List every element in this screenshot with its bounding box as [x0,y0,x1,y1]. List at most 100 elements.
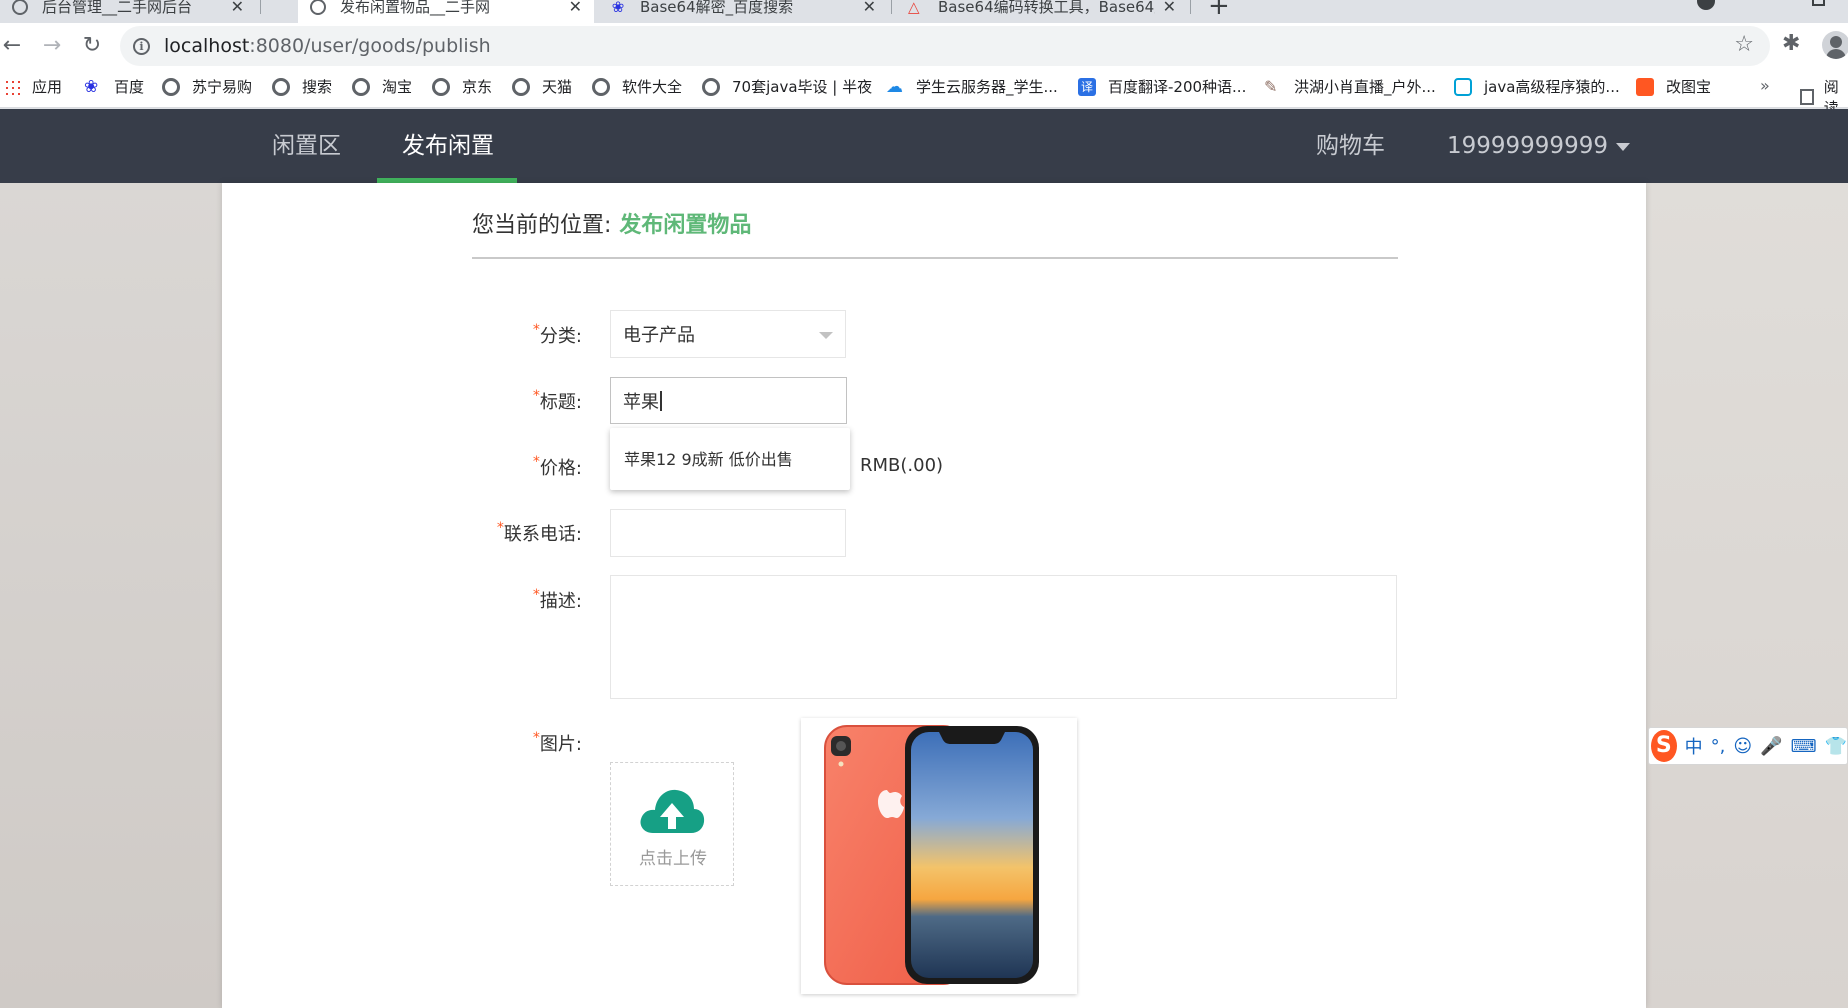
bookmark-live-stream[interactable]: ✎ 洪湖小肖直播_户外... [1264,76,1436,97]
bilibili-icon [1454,77,1472,96]
page-background-left [0,183,222,1008]
ime-punctuation-toggle[interactable]: °, [1711,736,1726,757]
bookmark-baidu-translate[interactable]: 译百度翻译-200种语... [1078,76,1246,97]
autocomplete-suggestion[interactable]: 苹果12 9成新 低价出售 [624,446,793,470]
title-input[interactable]: 苹果 [610,377,847,424]
bookmark-tmall[interactable]: 天猫 [512,76,572,97]
url-text[interactable]: localhost:8080/user/goods/publish [164,35,491,57]
tab-base64-tool[interactable]: △ Base64编码转换工具，Base64加 ✕ [896,0,1188,23]
address-bar[interactable]: i localhost:8080/user/goods/publish ☆ [120,26,1770,66]
price-label: *价格: [462,454,582,480]
profile-avatar-icon[interactable] [1822,31,1848,59]
url-path: :8080/user/goods/publish [249,35,491,57]
bookmark-java-senior[interactable]: java高级程序猿的... [1454,76,1620,97]
caret-down-icon [1615,142,1630,151]
required-mark: * [496,520,504,536]
close-icon[interactable]: ✕ [231,0,244,16]
close-icon[interactable]: ✕ [1163,0,1176,16]
close-icon[interactable]: ✕ [863,0,876,16]
text-cursor [660,390,662,411]
ime-toolbar: S 中 °, ☺ 🎤 ⌨ 👕 [1648,727,1848,765]
page-background-right [1646,183,1848,1008]
tab-title: Base64编码转换工具，Base64加 [938,0,1155,16]
bookmark-suning[interactable]: 苏宁易购 [162,76,252,97]
base64-icon: △ [908,0,920,16]
required-mark: * [532,730,540,746]
bookmark-star-icon[interactable]: ☆ [1734,32,1754,57]
tab-separator [891,0,892,14]
back-arrow-icon[interactable]: ← [0,31,27,61]
tab-admin[interactable]: 后台管理__二手网后台 ✕ [0,0,256,23]
tab-separator [1190,0,1191,14]
translate-icon: 译 [1078,77,1096,96]
bookmark-label: 学生云服务器_学生... [916,78,1058,96]
tab-baidu-search[interactable]: ❀ Base64解密_百度搜索 ✕ [598,0,888,23]
tab-search-icon[interactable] [1697,0,1715,10]
apps-icon [4,78,20,95]
uploaded-image-preview[interactable] [801,718,1077,994]
sogou-logo-icon[interactable]: S [1651,730,1677,762]
bookmark-apps[interactable]: 应用 [4,76,62,97]
category-value: 电子产品 [623,325,695,346]
site-info-icon[interactable]: i [133,37,150,55]
globe-icon [432,77,450,96]
description-textarea[interactable] [610,575,1397,699]
globe-icon [272,77,290,96]
reload-icon[interactable]: ↻ [77,31,107,61]
tab-title: 发布闲置物品__二手网 [340,0,491,16]
required-mark: * [532,587,540,603]
bookmark-label: java高级程序猿的... [1484,78,1620,96]
bookmark-student-cloud[interactable]: ☁ 学生云服务器_学生... [886,76,1058,97]
bookmark-label: 百度翻译-200种语... [1108,78,1247,96]
description-label: *描述: [462,587,582,613]
title-label: *标题: [462,388,582,414]
cloud-upload-icon [640,789,705,833]
tab-title: Base64解密_百度搜索 [640,0,794,16]
chevron-down-icon [819,332,833,339]
bookmark-label: 应用 [32,78,63,96]
price-unit: RMB(.00) [860,455,944,476]
bookmark-label: 淘宝 [382,78,413,96]
ime-keyboard-icon[interactable]: ⌨ [1791,736,1817,757]
bookmark-label: 天猫 [542,78,573,96]
phone-input[interactable] [610,509,846,557]
category-label: *分类: [462,322,582,348]
bookmark-software[interactable]: 软件大全 [592,76,682,97]
label-text: 联系电话: [503,524,582,545]
close-icon[interactable]: ✕ [569,0,582,16]
baidu-paw-icon: ❀ [611,0,625,16]
new-tab-button[interactable]: + [1208,0,1230,21]
bookmark-jd[interactable]: 京东 [432,76,492,97]
nav-publish[interactable]: 发布闲置 [402,109,494,183]
tab-separator [260,0,261,14]
url-host: localhost [164,35,250,57]
browser-tab-strip: 后台管理__二手网后台 ✕ 发布闲置物品__二手网 ✕ ❀ Base64解密_百… [0,0,1848,23]
nav-user-menu[interactable]: 19999999999 [1447,109,1630,183]
upload-button[interactable]: 点击上传 [610,762,734,886]
bookmark-gaitubao[interactable]: 改图宝 [1636,76,1711,97]
ime-language-toggle[interactable]: 中 [1685,733,1703,759]
bookmark-label: 软件大全 [622,78,683,96]
label-text: 图片: [539,734,582,755]
ime-skin-icon[interactable]: 👕 [1825,736,1847,757]
bookmark-java-projects[interactable]: 70套java毕设 | 半夜 [702,76,872,97]
forward-arrow-icon[interactable]: → [37,31,67,61]
maximize-icon[interactable] [1812,0,1825,6]
globe-icon [310,0,326,15]
label-text: 价格: [539,458,582,479]
bookmark-taobao[interactable]: 淘宝 [352,76,412,97]
bookmark-baidu[interactable]: ❀ 百度 [84,76,144,97]
tab-publish[interactable]: 发布闲置物品__二手网 ✕ [298,0,594,23]
required-mark: * [532,322,540,338]
nav-idle-zone[interactable]: 闲置区 [272,109,341,183]
bookmark-search[interactable]: 搜索 [272,76,332,97]
bookmarks-overflow-button[interactable]: » [1760,76,1770,95]
category-select[interactable]: 电子产品 [610,310,846,358]
bookmark-label: 70套java毕设 | 半夜 [732,78,873,96]
extensions-puzzle-icon[interactable]: ✱ [1782,31,1800,56]
ime-mic-icon[interactable]: 🎤 [1760,736,1782,757]
nav-cart[interactable]: 购物车 [1316,109,1385,183]
feather-icon: ✎ [1264,76,1278,96]
bookmark-label: 搜索 [302,78,333,96]
ime-emoji-icon[interactable]: ☺ [1733,736,1752,757]
